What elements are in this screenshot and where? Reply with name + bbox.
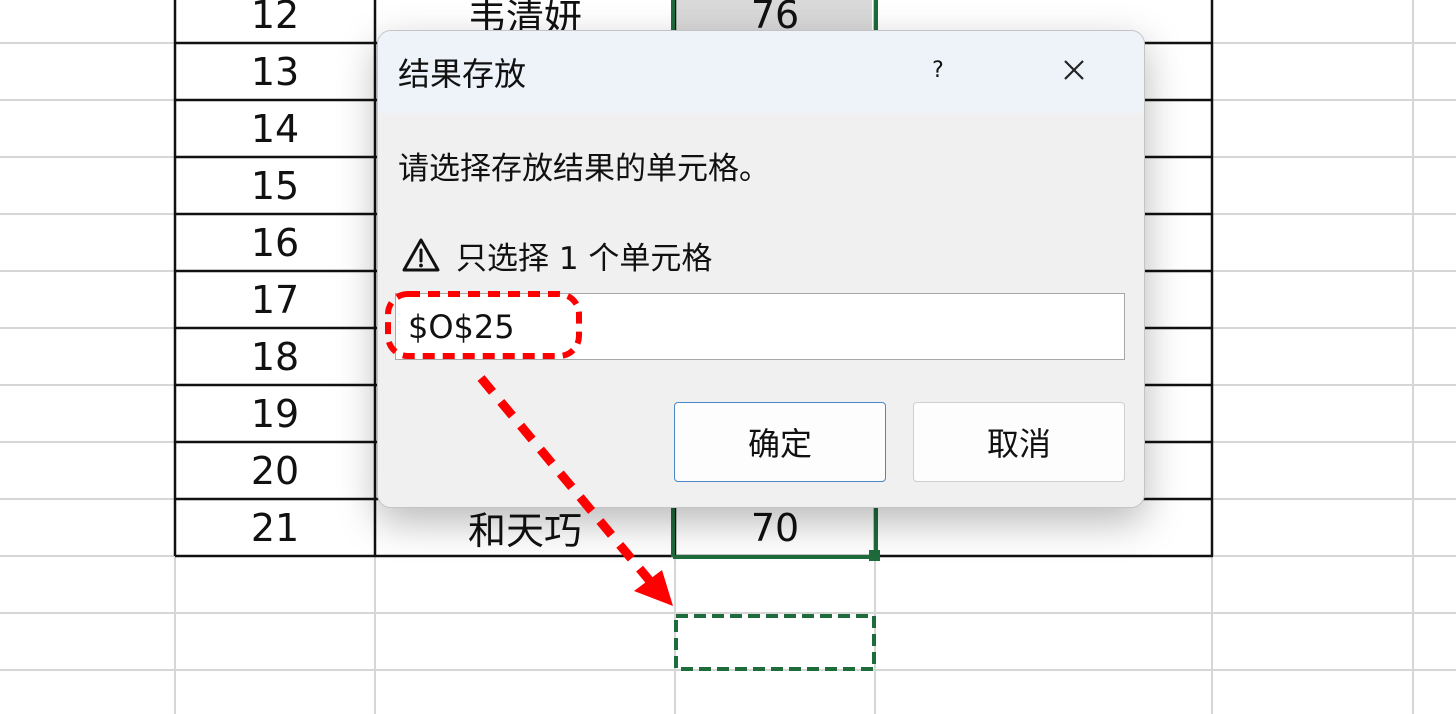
close-icon[interactable] [1057,53,1091,87]
row-number: 16 [250,220,300,265]
cell-reference-value: $O$25 [408,307,515,346]
row-number: 12 [250,0,300,37]
help-button[interactable]: ? [923,56,953,86]
warning-text: 只选择 1 个单元格 [456,241,713,277]
dialog-titlebar: 结果存放 ? [378,31,1144,113]
target-cell-marquee [674,614,876,671]
result-location-dialog: 结果存放 ? 请选择存放结果的单元格。 只选择 1 个单元格 $O$25 确定 … [377,30,1145,508]
dialog-title: 结果存放 [398,55,527,93]
row-number: 18 [250,334,300,379]
row-number: 15 [250,163,300,208]
row-number: 17 [250,277,300,322]
dialog-prompt: 请选择存放结果的单元格。 [398,151,770,187]
warning-icon [401,237,441,273]
ok-button[interactable]: 确定 [674,402,886,482]
row-number: 21 [250,505,300,550]
cancel-button[interactable]: 取消 [913,402,1125,482]
row-number: 20 [250,448,300,493]
row-number: 14 [250,106,300,151]
cell-reference-input[interactable]: $O$25 [395,293,1125,360]
row-number: 19 [250,391,300,436]
row-number: 13 [250,49,300,94]
